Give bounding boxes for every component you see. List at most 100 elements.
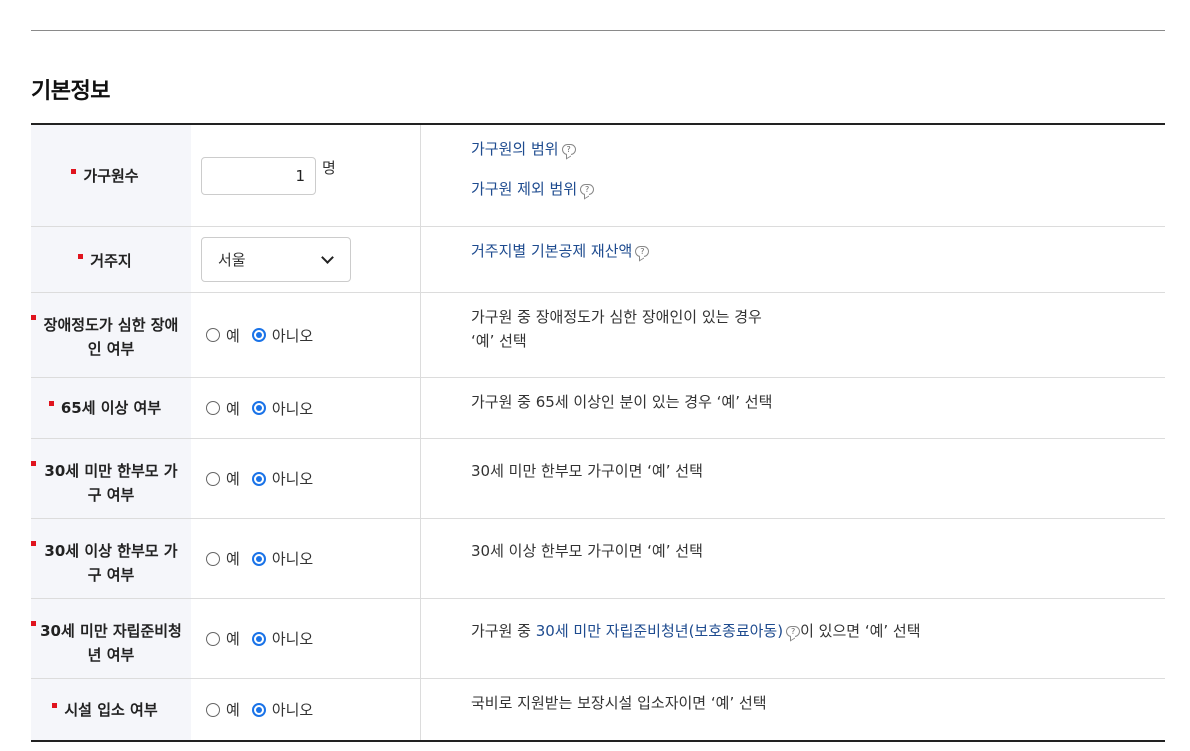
input-cell: 예 아니오 <box>191 519 421 598</box>
radio-no-label[interactable]: 아니오 <box>272 468 313 489</box>
required-marker <box>31 461 36 466</box>
row-independence-youth: 30세 미만 자립준비청년 여부 예 아니오 가구원 중 30세 미만 자립준비… <box>31 599 1165 679</box>
field-label: 년 여부 <box>87 646 135 664</box>
label-cell: 30세 이상 한부모 가구 여부 <box>31 519 191 598</box>
input-cell: 예 아니오 <box>191 378 421 438</box>
description: 30세 이상 한부모 가구이면 ‘예’ 선택 <box>471 542 703 560</box>
radio-group: 예 아니오 <box>206 628 319 649</box>
description: 가구원 중 30세 미만 자립준비청년(보호종료아동)? 이 있으면 ‘예’ 선택 <box>471 622 921 640</box>
radio-group: 예 아니오 <box>206 548 319 569</box>
section-title: 기본정보 <box>31 79 110 104</box>
radio-no[interactable] <box>251 328 266 342</box>
basic-info-form: 가구원수 명 가구원의 범위? 가구원 제외 범위? 거주지 서울 거주지별 기… <box>31 123 1165 742</box>
radio-no[interactable] <box>251 401 266 415</box>
radio-no[interactable] <box>251 631 266 646</box>
radio-yes[interactable] <box>206 551 220 566</box>
description: 30세 미만 한부모 가구이면 ‘예’ 선택 <box>471 462 703 480</box>
selected-value: 서울 <box>218 251 246 269</box>
radio-group: 예 아니오 <box>206 699 319 720</box>
label-cell: 가구원수 <box>31 125 191 226</box>
residence-select[interactable]: 서울 <box>201 237 351 282</box>
row-age-65: 65세 이상 여부 예 아니오 가구원 중 65세 이상인 분이 있는 경우 ‘… <box>31 378 1165 439</box>
help-icon[interactable]: ? <box>580 184 595 195</box>
field-label: 30세 미만 한부모 가 <box>44 462 178 480</box>
desc-cell: 가구원 중 30세 미만 자립준비청년(보호종료아동)? 이 있으면 ‘예’ 선택 <box>421 599 1165 678</box>
field-label: 가구원수 <box>83 166 139 185</box>
household-count-input[interactable] <box>201 157 316 195</box>
label-cell: 장애정도가 심한 장애 인 여부 <box>31 293 191 377</box>
input-cell: 예 아니오 <box>191 599 421 678</box>
radio-no[interactable] <box>251 702 266 717</box>
desc-cell: 30세 이상 한부모 가구이면 ‘예’ 선택 <box>421 519 1165 598</box>
label-cell: 30세 미만 한부모 가구 여부 <box>31 439 191 518</box>
input-cell: 서울 <box>191 227 421 292</box>
radio-no[interactable] <box>251 471 266 486</box>
label-cell: 30세 미만 자립준비청년 여부 <box>31 599 191 678</box>
required-marker <box>71 168 77 174</box>
input-cell: 명 <box>191 125 421 226</box>
radio-yes-label[interactable]: 예 <box>226 398 240 419</box>
description: ‘예’ 선택 <box>471 332 527 350</box>
row-household-count: 가구원수 명 가구원의 범위? 가구원 제외 범위? <box>31 125 1165 227</box>
radio-group: 예 아니오 <box>206 468 319 489</box>
row-facility-resident: 시설 입소 여부 예 아니오 국비로 지원받는 보장시설 입소자이면 ‘예’ 선… <box>31 679 1165 740</box>
desc-cell: 국비로 지원받는 보장시설 입소자이면 ‘예’ 선택 <box>421 679 1165 740</box>
input-cell: 예 아니오 <box>191 679 421 740</box>
help-icon[interactable]: ? <box>635 246 650 257</box>
radio-yes[interactable] <box>206 631 220 646</box>
radio-no-label[interactable]: 아니오 <box>272 628 313 649</box>
desc-cell: 가구원 중 장애정도가 심한 장애인이 있는 경우 ‘예’ 선택 <box>421 293 1165 377</box>
radio-no-label[interactable]: 아니오 <box>272 325 313 346</box>
help-icon[interactable]: ? <box>786 626 801 637</box>
radio-yes-label[interactable]: 예 <box>226 325 240 346</box>
description: 국비로 지원받는 보장시설 입소자이면 ‘예’ 선택 <box>471 694 767 712</box>
desc-cell: 가구원 중 65세 이상인 분이 있는 경우 ‘예’ 선택 <box>421 378 1165 438</box>
radio-yes[interactable] <box>206 471 220 486</box>
radio-group: 예 아니오 <box>206 398 319 419</box>
row-single-parent-over-30: 30세 이상 한부모 가구 여부 예 아니오 30세 이상 한부모 가구이면 ‘… <box>31 519 1165 599</box>
radio-yes-label[interactable]: 예 <box>226 699 240 720</box>
link-residence-deduction[interactable]: 거주지별 기본공제 재산액? <box>471 239 1165 263</box>
field-label: 구 여부 <box>87 486 135 504</box>
radio-yes[interactable] <box>206 401 220 415</box>
link-household-exclusion[interactable]: 가구원 제외 범위? <box>471 177 1165 201</box>
link-household-scope[interactable]: 가구원의 범위? <box>471 137 1165 161</box>
chevron-down-icon <box>321 250 334 264</box>
radio-yes[interactable] <box>206 328 220 342</box>
label-cell: 65세 이상 여부 <box>31 378 191 438</box>
desc-cell: 가구원의 범위? 가구원 제외 범위? <box>421 125 1165 226</box>
radio-no-label[interactable]: 아니오 <box>272 548 313 569</box>
radio-yes-label[interactable]: 예 <box>226 548 240 569</box>
field-label: 구 여부 <box>87 566 135 584</box>
input-cell: 예 아니오 <box>191 293 421 377</box>
radio-no[interactable] <box>251 551 266 566</box>
row-severe-disability: 장애정도가 심한 장애 인 여부 예 아니오 가구원 중 장애정도가 심한 장애인… <box>31 293 1165 378</box>
top-divider <box>31 30 1165 31</box>
required-marker <box>31 315 36 320</box>
radio-yes[interactable] <box>206 702 220 717</box>
field-label: 30세 미만 자립준비청 <box>40 622 182 640</box>
radio-no-label[interactable]: 아니오 <box>272 398 313 419</box>
field-label: 거주지 <box>90 252 132 270</box>
desc-cell: 30세 미만 한부모 가구이면 ‘예’ 선택 <box>421 439 1165 518</box>
description: 가구원 중 65세 이상인 분이 있는 경우 ‘예’ 선택 <box>471 393 773 411</box>
label-cell: 거주지 <box>31 227 191 292</box>
required-marker <box>48 401 54 406</box>
unit-label: 명 <box>322 159 336 177</box>
radio-yes-label[interactable]: 예 <box>226 628 240 649</box>
help-icon[interactable]: ? <box>561 144 576 155</box>
description: 가구원 중 장애정도가 심한 장애인이 있는 경우 <box>471 308 762 326</box>
desc-cell: 거주지별 기본공제 재산액? <box>421 227 1165 292</box>
radio-yes-label[interactable]: 예 <box>226 468 240 489</box>
required-marker <box>31 541 36 546</box>
radio-no-label[interactable]: 아니오 <box>272 699 313 720</box>
required-marker <box>78 254 84 259</box>
field-label: 시설 입소 여부 <box>64 700 158 719</box>
row-residence: 거주지 서울 거주지별 기본공제 재산액? <box>31 227 1165 293</box>
field-label: 30세 이상 한부모 가 <box>44 542 178 560</box>
field-label: 65세 이상 여부 <box>60 399 162 417</box>
field-label: 인 여부 <box>87 340 135 358</box>
link-independence-youth[interactable]: 30세 미만 자립준비청년(보호종료아동) <box>536 622 783 640</box>
label-cell: 시설 입소 여부 <box>31 679 191 740</box>
required-marker <box>31 621 36 626</box>
